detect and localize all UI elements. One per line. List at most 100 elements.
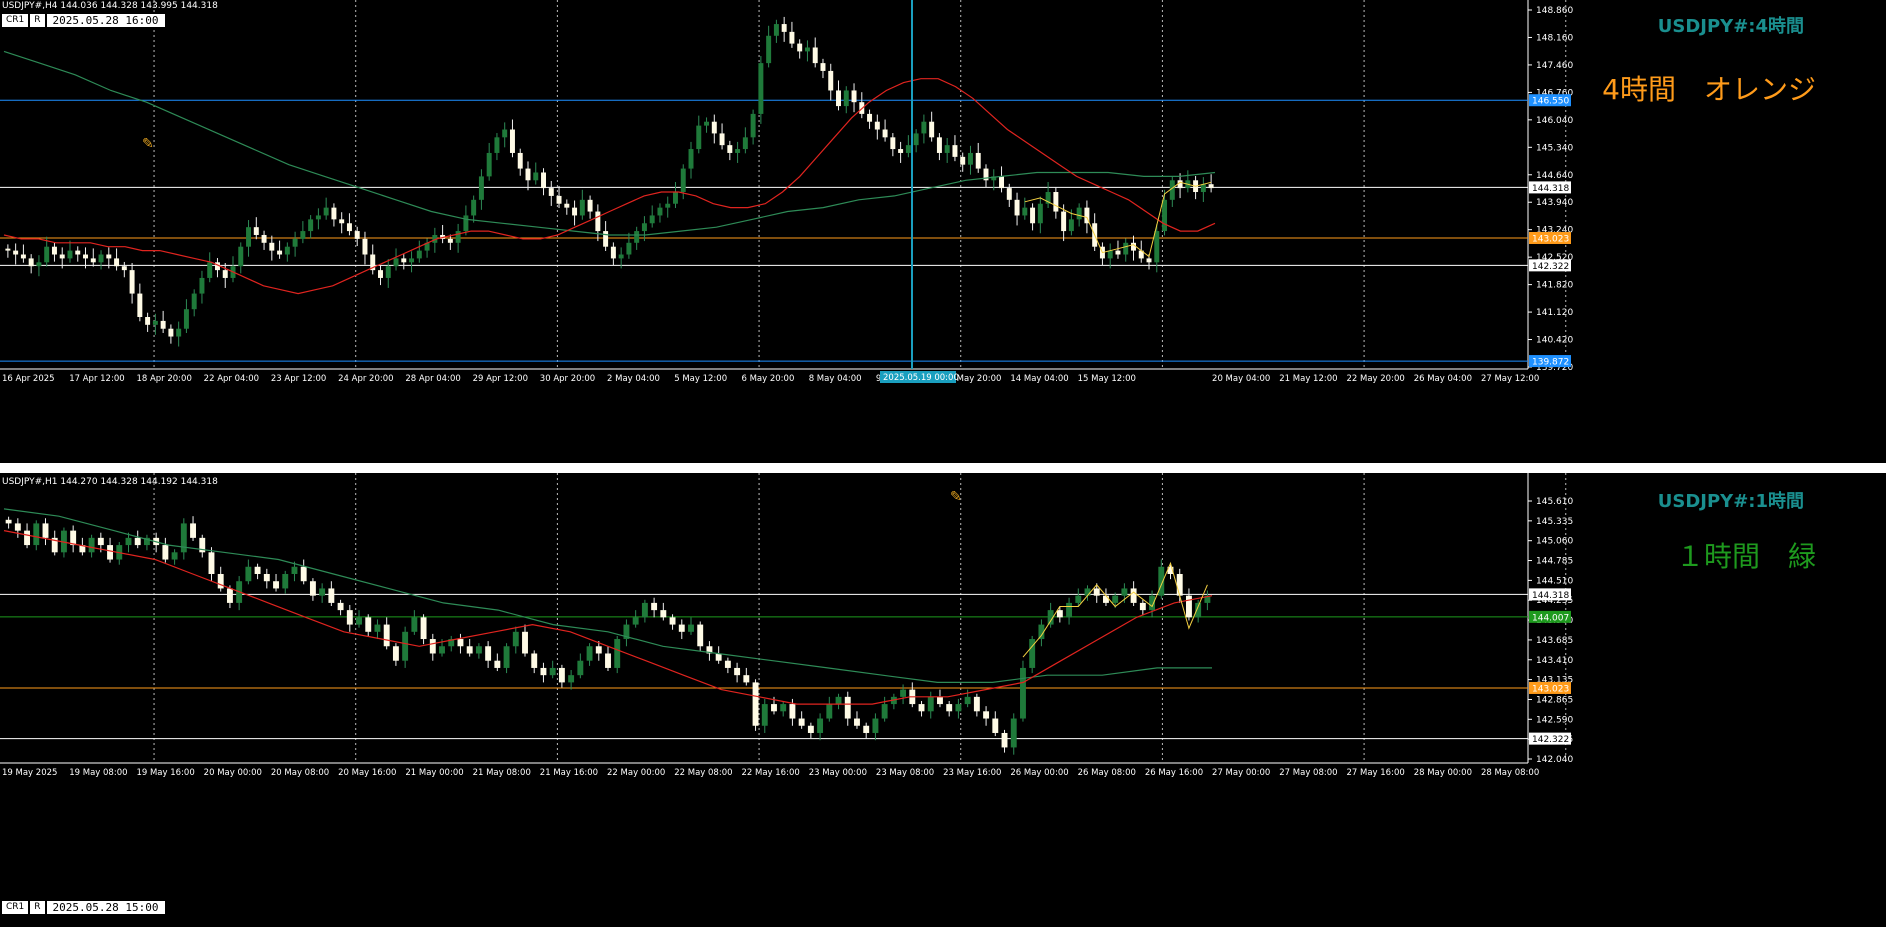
h1-chart[interactable]: 145.610145.335145.060144.785144.510144.2… [0, 473, 1886, 927]
candle-down [669, 617, 676, 625]
candle-up [44, 246, 50, 263]
candle-up [238, 246, 244, 267]
candle-up [1084, 588, 1091, 596]
candle-down [466, 646, 473, 654]
candle-up [921, 121, 927, 134]
candle-up [1154, 231, 1160, 263]
candle-down [558, 667, 565, 683]
candle-up [503, 646, 510, 668]
x-tick-label: 22 May 16:00 [741, 768, 799, 778]
candle-up [766, 35, 772, 64]
candle-down [509, 129, 515, 153]
candle-down [331, 207, 337, 220]
candle-up [905, 145, 911, 153]
candle-up [88, 537, 95, 553]
x-tick-label: 27 May 16:00 [1346, 768, 1404, 778]
candle-down [83, 254, 88, 259]
candle-up [176, 328, 182, 337]
cr1-tag: CR1 [2, 14, 29, 27]
candle-up [494, 137, 500, 153]
candle-down [75, 250, 81, 255]
x-tick-label: 23 May 16:00 [943, 768, 1001, 778]
candle-down [5, 248, 11, 251]
r-tag: R [30, 14, 45, 27]
y-tick-label: 142.865 [1536, 695, 1573, 705]
price-level-label: 142.322 [1532, 262, 1569, 272]
candle-up [180, 523, 187, 553]
candle-down [1131, 242, 1136, 251]
candle-down [339, 219, 345, 224]
candle-up [300, 231, 306, 239]
candle-down [975, 152, 981, 169]
candle-down [854, 718, 860, 726]
candle-up [319, 588, 326, 596]
x-tick-label: 26 May 00:00 [1010, 768, 1068, 778]
candle-down [541, 172, 547, 189]
candle-down [929, 121, 935, 138]
x-tick-label: 14 May 04:00 [1010, 374, 1068, 384]
candle-up [742, 137, 748, 150]
candle-down [226, 588, 233, 603]
h4-chart-panel[interactable]: 148.860 148.160 147.460 146.760 146.040 145.3… [0, 0, 1886, 463]
candle-down [346, 610, 353, 625]
candle-down [882, 129, 888, 138]
candle-down [836, 90, 841, 107]
candle-down [798, 718, 805, 726]
candle-down [556, 195, 562, 204]
candle-down [734, 667, 741, 676]
price-level-label: 144.318 [1532, 184, 1569, 194]
candle-up [502, 129, 508, 138]
r-tag: R [30, 901, 45, 914]
candle-up [1022, 207, 1028, 216]
candle-down [789, 31, 795, 44]
panel-separator[interactable] [0, 463, 1886, 473]
x-tick-label: 5 May 12:00 [674, 374, 727, 384]
candle-down [812, 47, 818, 64]
y-tick-label: 142.040 [1536, 755, 1573, 765]
candle-up [688, 624, 694, 632]
candle-down [595, 646, 602, 654]
candle-up [696, 125, 702, 150]
h1-symbol-info: USDJPY#,H1 144.270 144.328 144.192 144.3… [2, 477, 218, 487]
candle-down [269, 242, 275, 251]
y-tick-label: 145.335 [1536, 517, 1573, 527]
candle-up [634, 231, 640, 243]
h4-datetime: 2025.05.28 16:00 [46, 14, 165, 27]
candle-down [540, 667, 547, 676]
candle-down [531, 653, 538, 668]
candle-down [190, 523, 196, 538]
candle-down [711, 121, 717, 134]
candle-down [429, 639, 436, 654]
y-tick-label: 143.685 [1536, 636, 1573, 646]
candle-up [804, 47, 810, 52]
candle-up [67, 250, 73, 259]
candle-up [641, 223, 647, 232]
candle-up [409, 258, 415, 263]
candle-up [1112, 595, 1119, 603]
candle-down [771, 704, 777, 712]
h1-crosshair-tags: CR1 R 2025.05.28 15:00 [2, 901, 165, 914]
candle-down [605, 653, 611, 668]
candle-down [983, 711, 990, 719]
x-tick-label: 29 Apr 12:00 [473, 374, 528, 384]
x-tick-label: 8 May 04:00 [809, 374, 862, 384]
candle-down [1030, 207, 1036, 224]
candle-down [129, 270, 135, 294]
candle-up [1123, 242, 1129, 255]
candle-up [1075, 595, 1082, 603]
candle-down [946, 704, 953, 712]
candle-down [365, 617, 372, 632]
candle-down [457, 639, 464, 647]
candle-down [1130, 588, 1137, 603]
x-tick-label: 20 May 00:00 [204, 768, 262, 778]
candle-down [1139, 602, 1146, 611]
candle-down [952, 145, 958, 157]
candle-down [992, 718, 999, 733]
candle-down [5, 519, 12, 524]
candle-down [572, 207, 578, 216]
candle-down [42, 523, 49, 538]
h1-chart-panel[interactable]: 145.610 145.335 145.060 144.785 144.510 144.2… [0, 473, 1886, 927]
candle-down [1001, 732, 1008, 748]
candle-down [217, 573, 224, 589]
candle-down [24, 530, 31, 546]
